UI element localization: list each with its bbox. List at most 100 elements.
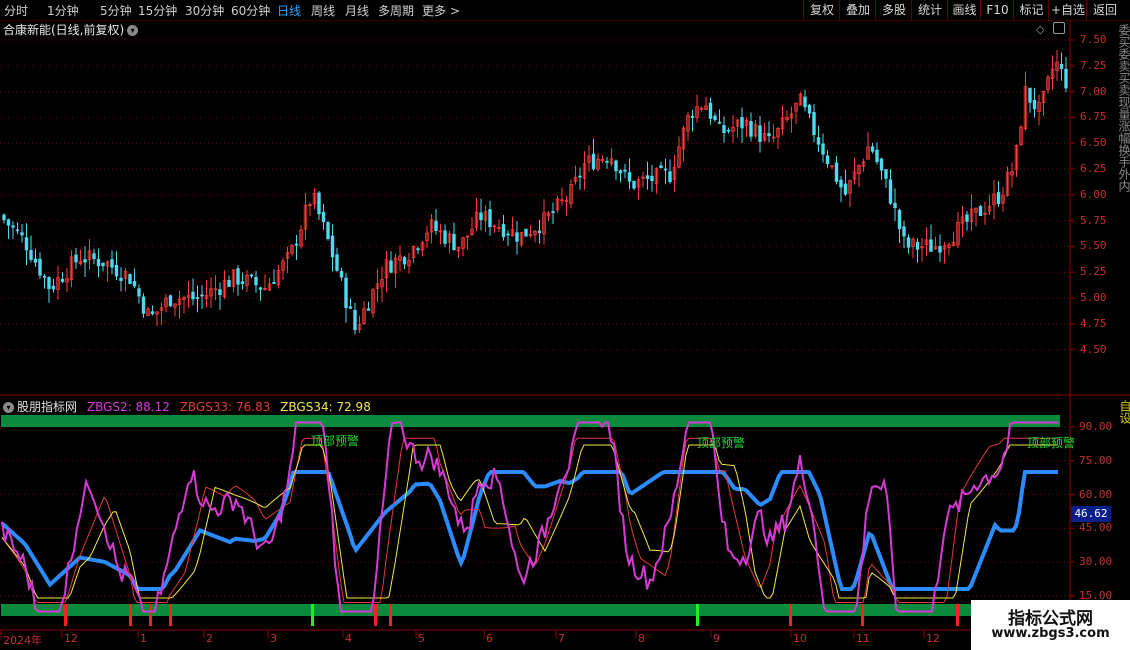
price-candle-body	[515, 232, 519, 242]
price-tick-label: 5.00	[1080, 291, 1107, 304]
series-zbgs34-line	[1, 444, 1058, 599]
indicator-side-strip: 自设	[1118, 400, 1130, 424]
price-candle-body	[141, 296, 146, 314]
price-candle-body	[317, 192, 321, 215]
price-candle-body	[83, 259, 87, 263]
price-candle-body	[506, 233, 510, 236]
date-tick-label: 8	[638, 632, 645, 645]
price-candle-body	[812, 112, 816, 136]
price-candle-body	[249, 274, 254, 277]
signal-mark	[169, 604, 172, 626]
price-tick-label: 5.50	[1080, 239, 1107, 253]
price-candle-body	[758, 125, 762, 143]
price-candle-body	[839, 179, 843, 188]
price-candle-body	[258, 287, 263, 290]
price-candle-body	[101, 262, 105, 267]
price-candle-body	[38, 258, 42, 276]
price-candle-body	[168, 295, 173, 307]
indicator-tick-label: 45.00	[1079, 521, 1113, 535]
top-warning-label: 顶部预警	[697, 436, 746, 450]
series-name: ZBGS2	[86, 400, 128, 414]
series-zbgs2-line	[1, 421, 1058, 613]
price-candle-body	[614, 160, 618, 172]
price-candle-body	[726, 129, 731, 132]
price-candle-body	[623, 169, 627, 172]
date-tick-label: 4	[345, 632, 352, 645]
price-candle-body	[488, 209, 492, 228]
price-candle-body	[897, 209, 902, 230]
diamond-icon[interactable]: ◇	[1036, 23, 1044, 36]
indicator-tick-label: 90.00	[1079, 420, 1113, 433]
price-candle-body	[803, 96, 807, 108]
price-tick-label: 6.50	[1080, 136, 1107, 150]
date-tick-label: 6	[486, 632, 493, 645]
price-candle-body	[618, 170, 623, 174]
price-candle-body	[47, 277, 51, 289]
quote-side-strip: 委买委卖买卖现量涨幅换手外内	[1117, 24, 1130, 192]
price-candle-body	[1059, 64, 1064, 69]
price-candle-body	[1032, 99, 1037, 110]
window-toggle-icon[interactable]	[1053, 22, 1065, 34]
site-watermark: 指标公式网 www.zbgs3.com	[971, 600, 1130, 650]
price-tick-label: 6.75	[1080, 110, 1107, 124]
price-candle-body	[591, 153, 596, 170]
price-candle-body	[740, 117, 744, 129]
price-candle-body	[767, 133, 771, 137]
price-candle-body	[20, 232, 24, 236]
price-candle-body	[326, 222, 330, 240]
price-candle-body	[92, 253, 96, 259]
date-tick-label: 11	[856, 632, 870, 645]
signal-mark	[311, 604, 314, 626]
price-candle-body	[236, 268, 240, 285]
price-candle-body	[366, 308, 371, 311]
chevron-down-icon[interactable]: ▾	[3, 402, 14, 413]
price-candle-body	[690, 116, 695, 118]
price-tick-label: 4.50	[1080, 342, 1107, 356]
date-tick-label: 1	[140, 632, 147, 645]
price-candle-body	[978, 206, 983, 217]
price-candle-body	[254, 276, 258, 286]
series-zbgs2-label: ZBGS2: 88.12	[86, 400, 170, 414]
price-candle-body	[434, 220, 438, 231]
price-tick-label: 7.00	[1080, 84, 1107, 98]
chevron-down-icon[interactable]: ▾	[127, 25, 139, 36]
chart-canvas[interactable]	[0, 0, 1130, 650]
price-candle-body	[888, 179, 893, 204]
top-warning-label: 顶部预警	[311, 434, 360, 448]
price-candle-body	[884, 169, 888, 179]
price-candle-body	[339, 271, 344, 278]
price-candle-body	[294, 243, 299, 246]
series-value: 76.83	[235, 400, 271, 414]
price-candle-body	[938, 245, 942, 253]
price-candle-body	[15, 229, 20, 232]
price-tick-label: 7.25	[1080, 58, 1107, 72]
series-zbgs33-label: ZBGS33: 76.83	[179, 400, 271, 414]
price-candle-body	[452, 233, 456, 251]
price-candle-body	[353, 309, 357, 331]
top-warning-label: 顶部预警	[1027, 436, 1076, 450]
price-candle-body	[110, 259, 114, 268]
bottom-zone-band	[1, 604, 1060, 616]
price-tick-label: 5.75	[1080, 213, 1107, 227]
price-candle-body	[875, 149, 879, 163]
series-name: ZBGS33	[179, 400, 229, 414]
price-candle-body	[51, 285, 56, 290]
price-candle-body	[11, 225, 15, 228]
price-candle-body	[402, 257, 407, 265]
price-candle-body	[416, 248, 420, 251]
signal-mark	[861, 604, 864, 626]
price-candle-body	[902, 226, 906, 237]
price-candle-body	[74, 254, 78, 263]
price-candle-body	[996, 192, 1001, 205]
date-tick-label: 9	[713, 632, 720, 645]
signal-mark	[389, 604, 392, 626]
price-candle-body	[834, 162, 839, 182]
price-candle-body	[1028, 87, 1032, 103]
price-candle-body	[60, 278, 65, 282]
price-candle-body	[119, 277, 123, 282]
price-candle-body	[2, 214, 6, 221]
price-candle-body	[114, 264, 119, 277]
price-candle-body	[218, 289, 222, 295]
signal-mark	[789, 604, 792, 626]
signal-mark	[374, 604, 377, 626]
